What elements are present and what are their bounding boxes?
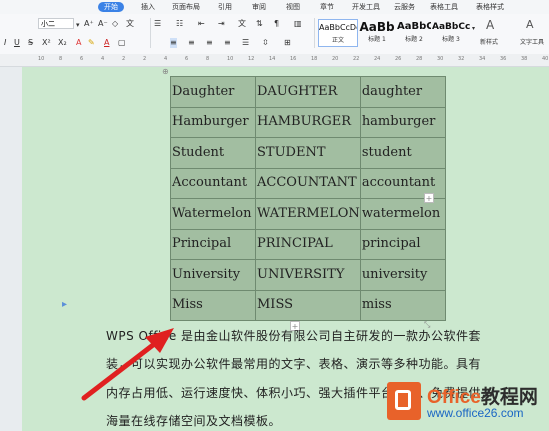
watermark-logo: Office教程网 www.office26.com <box>387 380 549 424</box>
office-logo-icon <box>387 382 421 420</box>
watermark-url: www.office26.com <box>427 406 524 420</box>
annotation-arrow <box>81 328 174 401</box>
watermark-main: Office <box>427 387 481 408</box>
watermark-accent: 教程网 <box>480 387 538 408</box>
arrow-shaft <box>81 342 156 401</box>
watermark-name: Office教程网 <box>427 382 538 409</box>
